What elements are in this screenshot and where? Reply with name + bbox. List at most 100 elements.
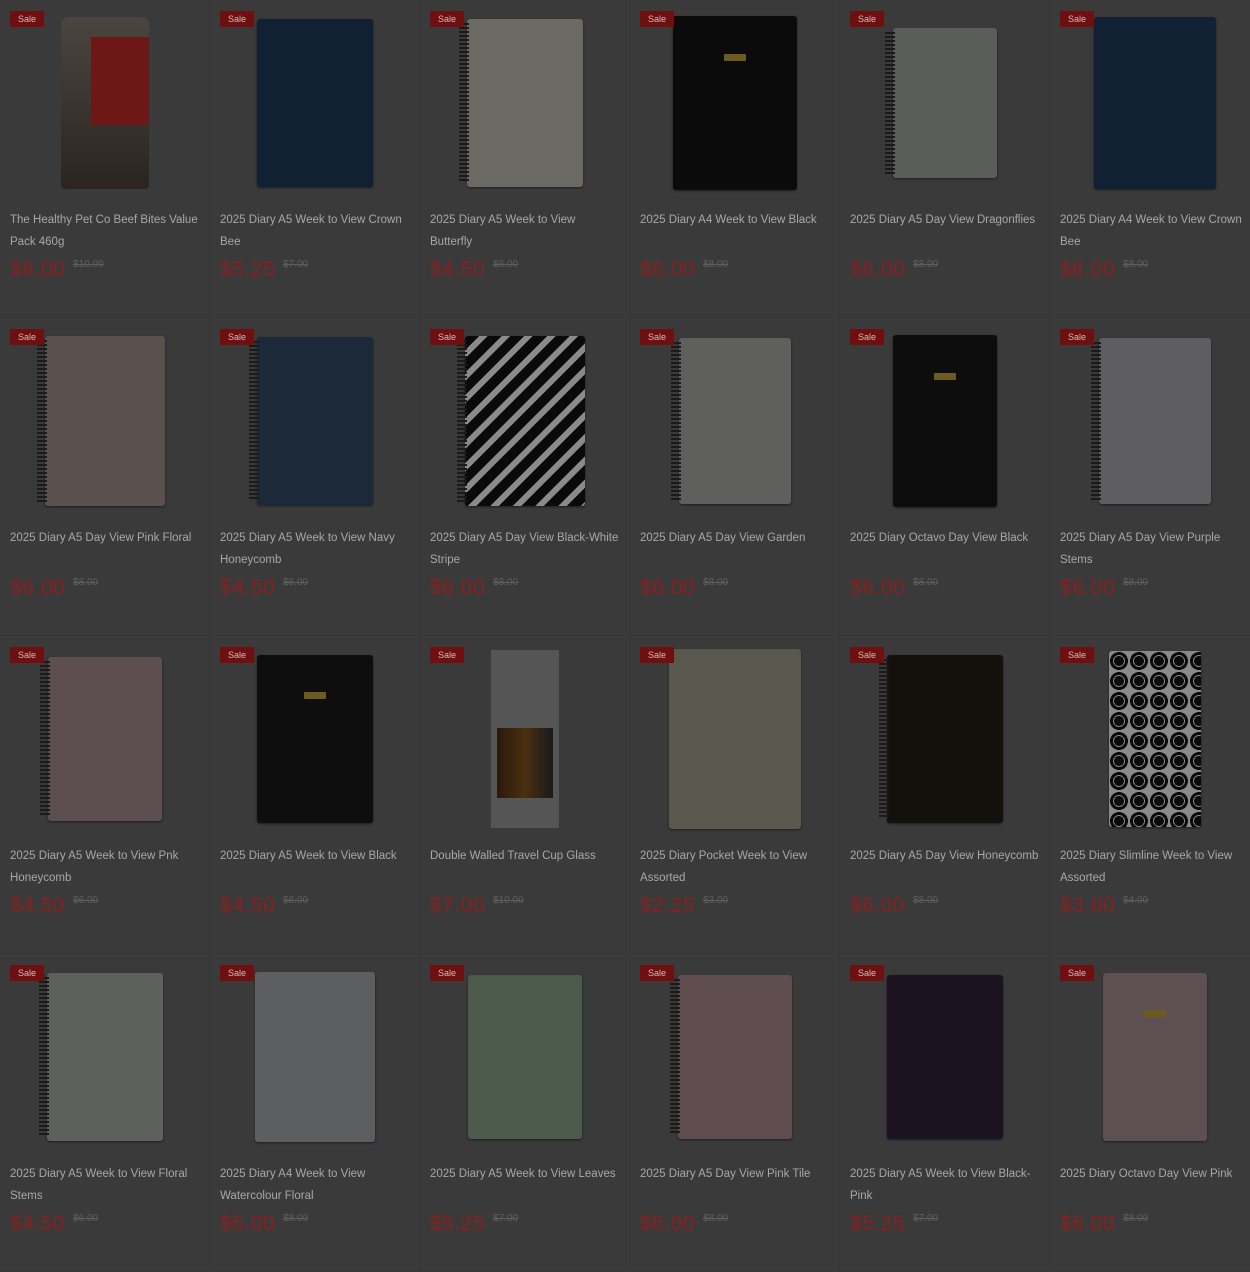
- product-card[interactable]: Sale 2025 Diary A4 Week to View Crown Bee…: [1050, 0, 1250, 318]
- product-card[interactable]: Sale 2025 Diary A5 Day View Pink Tile $6.0…: [630, 954, 840, 1272]
- product-title[interactable]: 2025 Diary A5 Week to View Navy Honeycom…: [220, 527, 410, 571]
- product-card[interactable]: Sale 2025 Diary A5 Day View Dragonflies $6…: [840, 0, 1050, 318]
- product-title[interactable]: 2025 Diary A4 Week to View Watercolour F…: [220, 1163, 410, 1207]
- product-card[interactable]: Sale 2025 Diary A5 Week to View Butterfly…: [420, 0, 630, 318]
- product-thumbnail: [1109, 651, 1201, 827]
- product-title[interactable]: 2025 Diary A5 Day View Dragonflies: [850, 209, 1040, 231]
- product-card[interactable]: Sale 2025 Diary A5 Week to View Black $4.5…: [210, 636, 420, 954]
- sale-price: $5.25: [850, 1212, 906, 1235]
- product-title[interactable]: 2025 Diary Octavo Day View Pink: [1060, 1163, 1250, 1185]
- original-price: $6.00: [493, 259, 519, 270]
- product-image[interactable]: [10, 8, 200, 198]
- product-card[interactable]: Sale 2025 Diary A5 Week to View Crown Bee…: [210, 0, 420, 318]
- sale-badge: Sale: [640, 965, 675, 981]
- product-image[interactable]: [640, 326, 830, 516]
- product-image[interactable]: [10, 326, 200, 516]
- product-title[interactable]: 2025 Diary A5 Day View Pink Tile: [640, 1163, 830, 1185]
- product-card[interactable]: Sale Double Walled Travel Cup Glass $7.00 $…: [420, 636, 630, 954]
- product-title[interactable]: 2025 Diary A5 Week to View Butterfly: [430, 209, 620, 253]
- product-title[interactable]: 2025 Diary A4 Week to View Crown Bee: [1060, 209, 1250, 253]
- product-card[interactable]: Sale 2025 Diary A4 Week to View Watercolo…: [210, 954, 420, 1272]
- product-title[interactable]: 2025 Diary A5 Day View Honeycomb: [850, 845, 1040, 867]
- original-price: $7.00: [913, 1213, 939, 1224]
- product-image[interactable]: [1060, 644, 1250, 834]
- product-image[interactable]: [10, 962, 200, 1152]
- product-card[interactable]: Sale 2025 Diary A5 Day View Honeycomb $6.0…: [840, 636, 1050, 954]
- original-price: $8.00: [1123, 259, 1149, 270]
- product-image[interactable]: [640, 962, 830, 1152]
- product-card[interactable]: Sale 2025 Diary Slimline Week to View Ass…: [1050, 636, 1250, 954]
- product-card[interactable]: Sale 2025 Diary A5 Week to View Pnk Honey…: [0, 636, 210, 954]
- sale-badge: Sale: [10, 647, 45, 663]
- sale-price: $2.25: [640, 894, 696, 917]
- sale-badge: Sale: [1060, 647, 1095, 663]
- product-image[interactable]: [220, 962, 410, 1152]
- product-image[interactable]: [430, 644, 620, 834]
- product-card[interactable]: Sale The Healthy Pet Co Beef Bites Value …: [0, 0, 210, 318]
- price-row: $6.00 $8.00: [1060, 258, 1148, 282]
- price-row: $6.00 $8.00: [850, 576, 938, 600]
- product-image[interactable]: [430, 8, 620, 198]
- product-card[interactable]: Sale 2025 Diary A5 Day View Pink Floral $6…: [0, 318, 210, 636]
- product-image[interactable]: [850, 962, 1040, 1152]
- product-image[interactable]: [1060, 8, 1250, 198]
- original-price: $8.00: [913, 259, 939, 270]
- sale-badge: Sale: [10, 11, 45, 27]
- product-title[interactable]: 2025 Diary A5 Day View Garden: [640, 527, 830, 549]
- product-title[interactable]: 2025 Diary A5 Week to View Pnk Honeycomb: [10, 845, 200, 889]
- product-image[interactable]: [10, 644, 200, 834]
- product-title[interactable]: Double Walled Travel Cup Glass: [430, 845, 620, 867]
- product-image[interactable]: [1060, 962, 1250, 1152]
- product-image[interactable]: [850, 644, 1040, 834]
- product-title[interactable]: 2025 Diary Octavo Day View Black: [850, 527, 1040, 549]
- product-title[interactable]: 2025 Diary A5 Week to View Black: [220, 845, 410, 867]
- product-title[interactable]: 2025 Diary A5 Day View Pink Floral: [10, 527, 200, 549]
- product-card[interactable]: Sale 2025 Diary A5 Day View Purple Stems $…: [1050, 318, 1250, 636]
- sale-badge: Sale: [850, 329, 885, 345]
- price-row: $7.00 $10.00: [430, 894, 524, 918]
- product-card[interactable]: Sale 2025 Diary A5 Week to View Black-Pin…: [840, 954, 1050, 1272]
- product-title[interactable]: 2025 Diary A4 Week to View Black: [640, 209, 830, 231]
- sale-badge: Sale: [220, 647, 255, 663]
- product-image[interactable]: [220, 8, 410, 198]
- sale-price: $4.50: [220, 894, 276, 917]
- product-image[interactable]: [1060, 326, 1250, 516]
- product-card[interactable]: Sale 2025 Diary A5 Day View Black-White S…: [420, 318, 630, 636]
- product-card[interactable]: Sale 2025 Diary A5 Day View Garden $6.00 $8…: [630, 318, 840, 636]
- sale-badge: Sale: [10, 965, 45, 981]
- product-card[interactable]: Sale 2025 Diary Octavo Day View Black $6.0…: [840, 318, 1050, 636]
- product-title[interactable]: 2025 Diary A5 Week to View Black-Pink: [850, 1163, 1040, 1207]
- product-title[interactable]: 2025 Diary A5 Week to View Floral Stems: [10, 1163, 200, 1207]
- product-card[interactable]: Sale 2025 Diary A5 Week to View Navy Hone…: [210, 318, 420, 636]
- product-image[interactable]: [640, 644, 830, 834]
- sale-price: $3.00: [1060, 894, 1116, 917]
- original-price: $4.00: [1123, 895, 1149, 906]
- product-card[interactable]: Sale 2025 Diary Octavo Day View Pink $6.00…: [1050, 954, 1250, 1272]
- sale-price: $6.00: [850, 576, 906, 599]
- product-image[interactable]: [220, 326, 410, 516]
- product-card[interactable]: Sale 2025 Diary Pocket Week to View Assor…: [630, 636, 840, 954]
- product-image[interactable]: [430, 962, 620, 1152]
- sale-badge: Sale: [220, 965, 255, 981]
- product-card[interactable]: Sale 2025 Diary A5 Week to View Leaves $5.…: [420, 954, 630, 1272]
- sale-badge: Sale: [1060, 11, 1095, 27]
- product-title[interactable]: 2025 Diary A5 Day View Black-White Strip…: [430, 527, 620, 571]
- product-title[interactable]: 2025 Diary A5 Week to View Crown Bee: [220, 209, 410, 253]
- sale-price: $7.00: [430, 894, 486, 917]
- sale-badge: Sale: [430, 11, 465, 27]
- sale-badge: Sale: [1060, 329, 1095, 345]
- product-title[interactable]: 2025 Diary A5 Week to View Leaves: [430, 1163, 620, 1185]
- product-title[interactable]: 2025 Diary Slimline Week to View Assorte…: [1060, 845, 1250, 889]
- product-image[interactable]: [850, 326, 1040, 516]
- product-card[interactable]: Sale 2025 Diary A4 Week to View Black $6.0…: [630, 0, 840, 318]
- product-image[interactable]: [430, 326, 620, 516]
- product-image[interactable]: [850, 8, 1040, 198]
- product-title[interactable]: 2025 Diary Pocket Week to View Assorted: [640, 845, 830, 889]
- product-title[interactable]: 2025 Diary A5 Day View Purple Stems: [1060, 527, 1250, 571]
- product-thumbnail: [468, 975, 582, 1139]
- product-title[interactable]: The Healthy Pet Co Beef Bites Value Pack…: [10, 209, 200, 253]
- product-card[interactable]: Sale 2025 Diary A5 Week to View Floral St…: [0, 954, 210, 1272]
- product-image[interactable]: [220, 644, 410, 834]
- product-thumbnail: [670, 975, 792, 1139]
- product-image[interactable]: [640, 8, 830, 198]
